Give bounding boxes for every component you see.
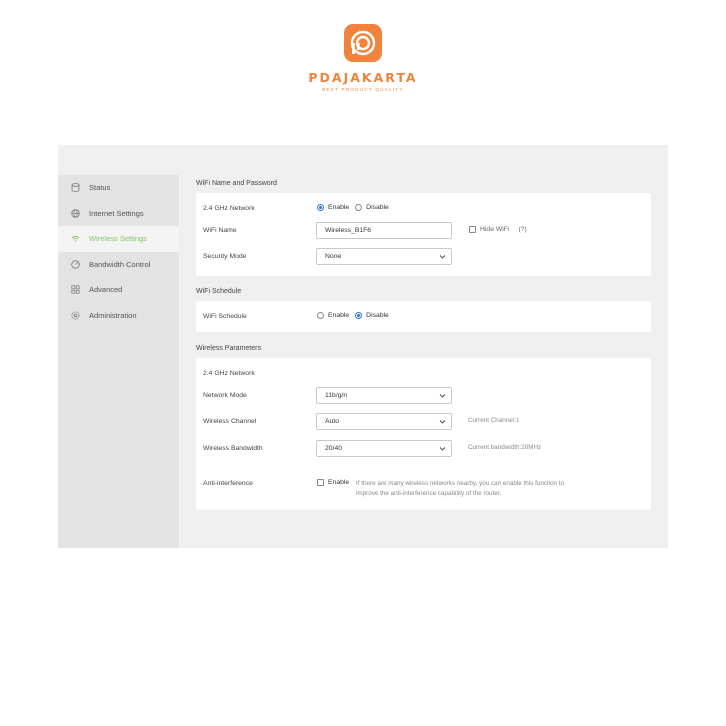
wireless-channel-select[interactable]: Auto bbox=[316, 413, 452, 430]
sidebar-item-label: Bandwidth Control bbox=[89, 259, 151, 269]
wifi-icon bbox=[71, 234, 80, 243]
hide-wifi-option: Hide WiFi (?) bbox=[469, 226, 527, 233]
sidebar-item-bandwidth-control[interactable]: Bandwidth Control bbox=[58, 252, 179, 278]
hide-wifi-checkbox[interactable] bbox=[469, 226, 476, 233]
network-disable-label: Disable bbox=[366, 204, 389, 211]
router-admin-panel: Status Internet Settings Wireless Settin… bbox=[58, 145, 668, 548]
brand-tagline: BEST PRODUCT QUALITY bbox=[322, 87, 404, 92]
security-mode-select[interactable]: None bbox=[316, 248, 452, 265]
anti-interference-label: Anti-interference bbox=[203, 480, 253, 487]
brand-logo: PDAJAKARTA BEST PRODUCT QUALITY bbox=[0, 24, 726, 92]
wireless-bandwidth-select[interactable]: 20/40 bbox=[316, 440, 452, 457]
card-wireless-parameters: 2.4 GHz Network Network Mode 11b/g/n Wir… bbox=[196, 358, 651, 510]
wireless-channel-value: Auto bbox=[325, 418, 339, 425]
network-mode-label: Network Mode bbox=[203, 392, 247, 399]
gear-icon bbox=[71, 311, 80, 320]
wifi-name-input[interactable]: Wireless_B1F6 bbox=[316, 222, 452, 239]
sidebar-item-label: Wireless Settings bbox=[89, 234, 147, 244]
sidebar-item-label: Administration bbox=[89, 310, 137, 320]
security-mode-label: Security Mode bbox=[203, 253, 247, 260]
anti-interference-option: Enable bbox=[317, 479, 349, 486]
brand-logo-icon bbox=[344, 24, 382, 62]
chevron-down-icon bbox=[439, 420, 446, 424]
anti-interference-hint-line: improve the anti-interference capability… bbox=[356, 490, 502, 497]
grid-icon bbox=[71, 285, 80, 294]
chevron-down-icon bbox=[439, 255, 446, 259]
network-disable-radio[interactable] bbox=[355, 204, 363, 211]
wifi-schedule-radio-group: Enable Disable bbox=[317, 312, 389, 319]
section-title-wifi-schedule: WiFi Schedule bbox=[196, 288, 242, 295]
network-mode-select[interactable]: 11b/g/n bbox=[316, 387, 452, 404]
anti-interference-hint: If there are many wireless networks near… bbox=[356, 479, 564, 499]
wireless-bandwidth-value: 20/40 bbox=[325, 445, 343, 452]
parameters-network-label: 2.4 GHz Network bbox=[203, 370, 255, 377]
wifi-schedule-label: WiFi Schedule bbox=[203, 313, 247, 320]
card-wifi-name-password: 2.4 GHz Network Enable Disable WiFi Name… bbox=[196, 193, 651, 276]
main-content: WiFi Name and Password 2.4 GHz Network E… bbox=[196, 180, 651, 510]
hide-wifi-label: Hide WiFi bbox=[480, 226, 510, 233]
current-channel-text: Current Channel:1 bbox=[468, 417, 520, 424]
sidebar-item-internet-settings[interactable]: Internet Settings bbox=[58, 201, 179, 227]
network-label: 2.4 GHz Network bbox=[203, 205, 255, 212]
sidebar-item-label: Advanced bbox=[89, 285, 123, 295]
network-mode-value: 11b/g/n bbox=[325, 392, 348, 399]
schedule-disable-label: Disable bbox=[366, 312, 389, 319]
card-wifi-schedule: WiFi Schedule Enable Disable bbox=[196, 301, 651, 332]
section-title-wireless-parameters: Wireless Parameters bbox=[196, 345, 261, 352]
sidebar-item-advanced[interactable]: Advanced bbox=[58, 277, 179, 303]
sidebar: Status Internet Settings Wireless Settin… bbox=[58, 175, 179, 548]
status-icon bbox=[71, 183, 80, 193]
hide-wifi-help[interactable]: (?) bbox=[518, 226, 526, 233]
chevron-down-icon bbox=[439, 394, 446, 398]
wifi-name-label: WiFi Name bbox=[203, 227, 237, 234]
network-enable-label: Enable bbox=[328, 204, 350, 211]
security-mode-value: None bbox=[325, 253, 342, 260]
brand-name: PDAJAKARTA bbox=[308, 70, 418, 85]
wireless-bandwidth-label: Wireless Bandwidth bbox=[203, 445, 263, 452]
anti-interference-enable-label: Enable bbox=[328, 479, 350, 486]
sidebar-item-administration[interactable]: Administration bbox=[58, 303, 179, 329]
sidebar-item-wireless-settings[interactable]: Wireless Settings bbox=[58, 226, 179, 252]
anti-interference-checkbox[interactable] bbox=[317, 479, 324, 486]
wireless-channel-label: Wireless Channel bbox=[203, 418, 257, 425]
wifi-name-value: Wireless_B1F6 bbox=[325, 227, 372, 234]
schedule-enable-label: Enable bbox=[328, 312, 350, 319]
schedule-enable-radio[interactable] bbox=[317, 312, 324, 319]
chevron-down-icon bbox=[439, 447, 446, 451]
globe-icon bbox=[71, 209, 80, 218]
sidebar-item-status[interactable]: Status bbox=[58, 175, 179, 201]
section-title-wifi-name-password: WiFi Name and Password bbox=[196, 180, 277, 187]
sidebar-item-label: Internet Settings bbox=[89, 208, 144, 218]
anti-interference-hint-line: If there are many wireless networks near… bbox=[356, 480, 565, 487]
current-bandwidth-text: Current bandwidth:20MHz bbox=[468, 444, 542, 451]
network-enable-radio[interactable] bbox=[317, 204, 324, 211]
network-radio-group: Enable Disable bbox=[317, 204, 389, 211]
schedule-disable-radio[interactable] bbox=[355, 312, 363, 319]
sidebar-item-label: Status bbox=[89, 183, 111, 193]
gauge-icon bbox=[71, 260, 80, 269]
page: PDAJAKARTA BEST PRODUCT QUALITY Status I… bbox=[0, 0, 726, 726]
